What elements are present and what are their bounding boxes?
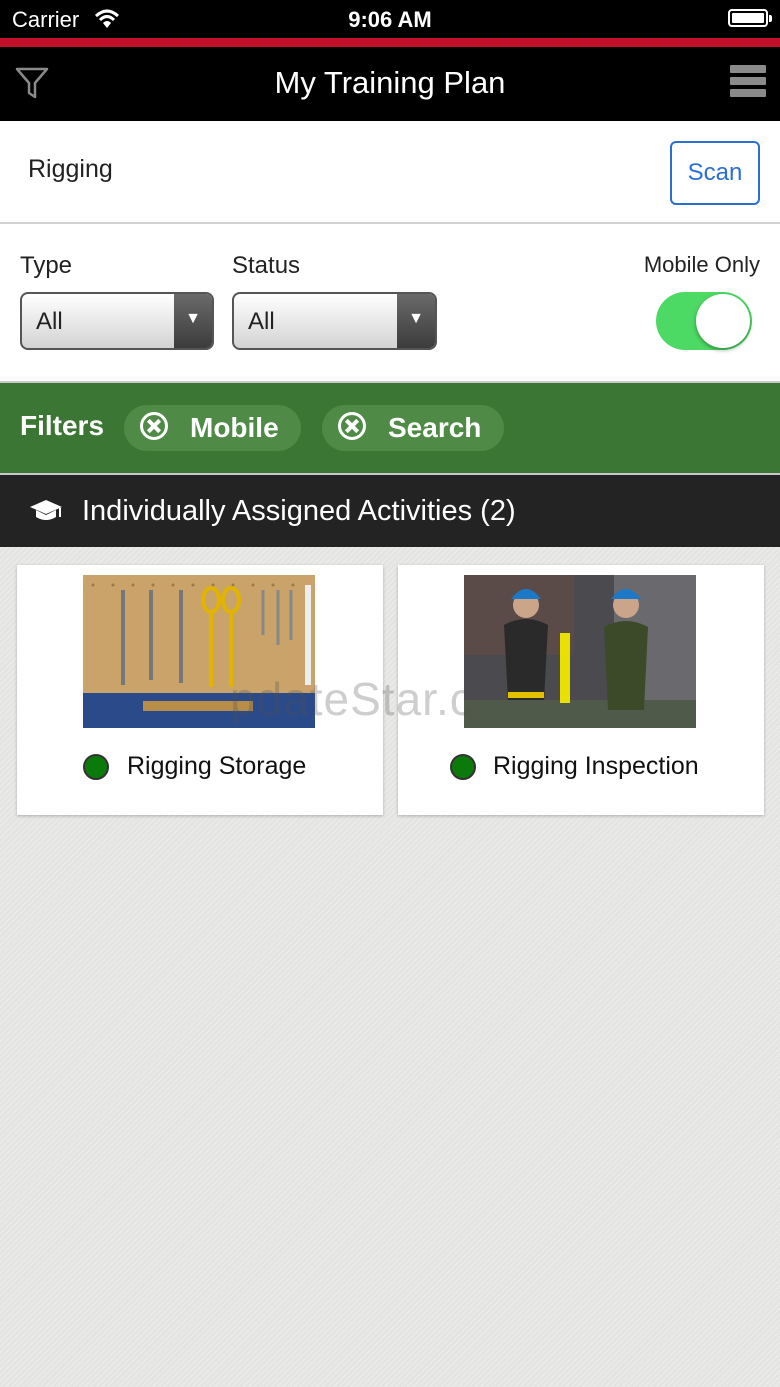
status-select-value: All — [248, 308, 275, 335]
close-icon[interactable] — [140, 412, 168, 440]
clock: 9:06 AM — [348, 7, 432, 32]
activity-title: Rigging Storage — [127, 752, 307, 780]
nav-bar: My Training Plan — [0, 47, 780, 121]
hamburger-menu-icon[interactable] — [730, 65, 766, 101]
battery-icon — [728, 9, 772, 27]
type-select[interactable]: All ▼ — [20, 292, 214, 350]
chevron-down-icon: ▼ — [174, 294, 212, 348]
search-row: Rigging Scan — [0, 121, 780, 224]
status-label: Status — [232, 252, 301, 279]
close-icon[interactable] — [338, 412, 366, 440]
watermark: pdateStar.c — [230, 673, 474, 725]
filters-label: Filters — [20, 410, 105, 441]
section-title: Individually Assigned Activities (2) — [82, 495, 516, 527]
activity-title: Rigging Inspection — [493, 752, 699, 780]
mobile-only-toggle[interactable] — [656, 292, 752, 350]
page-title: My Training Plan — [274, 65, 506, 100]
type-label: Type — [20, 252, 73, 279]
status-bar: Carrier 9:06 AM — [0, 0, 780, 38]
filter-chip-search[interactable]: Search — [322, 405, 504, 451]
scan-button[interactable]: Scan — [670, 141, 760, 205]
graduation-cap-icon — [28, 497, 64, 530]
filter-chip-label: Search — [388, 412, 482, 443]
type-select-value: All — [36, 308, 63, 335]
activity-thumbnail — [464, 575, 696, 728]
toggle-knob — [696, 294, 750, 348]
status-dot — [450, 754, 476, 780]
filter-chip-label: Mobile — [190, 412, 279, 443]
search-input[interactable]: Rigging — [28, 155, 113, 184]
mobile-only-label: Mobile Only — [643, 252, 760, 277]
status-select[interactable]: All ▼ — [232, 292, 437, 350]
chevron-down-icon: ▼ — [397, 294, 435, 348]
brand-stripe — [0, 38, 780, 47]
filter-controls: Type All ▼ Status All ▼ Mobile Only — [0, 224, 780, 381]
section-header[interactable]: Individually Assigned Activities (2) — [0, 475, 780, 547]
filter-chip-mobile[interactable]: Mobile — [124, 405, 301, 451]
status-dot — [83, 754, 109, 780]
active-filters-bar: Filters Mobile Search — [0, 381, 780, 475]
